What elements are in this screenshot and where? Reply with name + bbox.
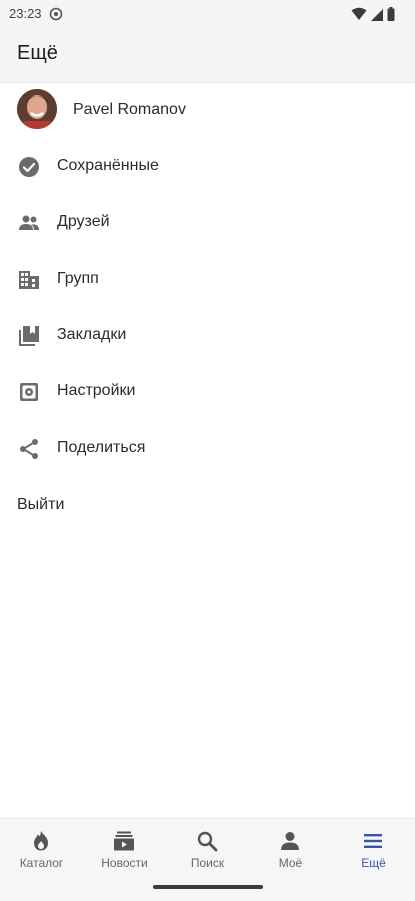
nav-item-catalog[interactable]: Каталог [0,819,83,879]
signal-icon [371,8,383,21]
check-circle-icon [19,157,39,177]
menu-item-groups[interactable]: Групп [0,256,415,304]
nav-label: Новости [101,856,148,870]
menu-item-label: Поделиться [57,439,146,456]
settings-gear-icon [49,7,63,21]
logout-button[interactable]: Выйти [17,496,64,514]
menu-item-label: Закладки [57,326,127,343]
nav-item-mine[interactable]: Моё [249,819,332,879]
menu-item-label: Настройки [57,382,136,399]
nav-label: Каталог [19,856,64,870]
nav-label: Поиск [190,856,225,870]
nav-label: Моё [278,856,303,870]
menu-item-bookmarks[interactable]: Закладки [0,312,415,360]
share-icon [20,439,38,459]
avatar [17,89,57,129]
profile-row[interactable]: Pavel Romanov [0,83,415,139]
status-icons [351,6,395,22]
wifi-icon [351,7,367,20]
menu-item-friends[interactable]: Друзей [0,199,415,247]
menu-item-settings[interactable]: Настройки [0,368,415,416]
building-icon [19,271,39,289]
app-bar: Ещё [0,28,415,83]
news-icon [114,831,134,851]
settings-icon [20,383,38,401]
people-icon [19,215,39,230]
menu-item-label: Групп [57,270,99,287]
menu-icon [364,834,382,848]
person-icon [281,832,299,850]
profile-name: Pavel Romanov [73,101,186,118]
battery-icon [387,7,395,21]
nav-item-more[interactable]: Ещё [332,819,415,879]
page-title: Ещё [17,42,58,64]
nav-item-news[interactable]: Новости [83,819,166,879]
home-indicator[interactable] [153,885,263,889]
nav-label: Ещё [361,856,386,870]
bookmarks-icon [19,326,39,346]
menu-item-share[interactable]: Поделиться [0,425,415,473]
menu-item-saved[interactable]: Сохранённые [0,143,415,191]
flame-icon [34,831,48,851]
menu-item-label: Сохранённые [57,157,159,174]
avatar-image [17,89,57,129]
status-bar: 23:23 [0,0,415,28]
search-icon [197,831,218,852]
nav-item-search[interactable]: Поиск [166,819,249,879]
menu-item-label: Друзей [57,213,110,230]
status-time: 23:23 [9,6,42,21]
